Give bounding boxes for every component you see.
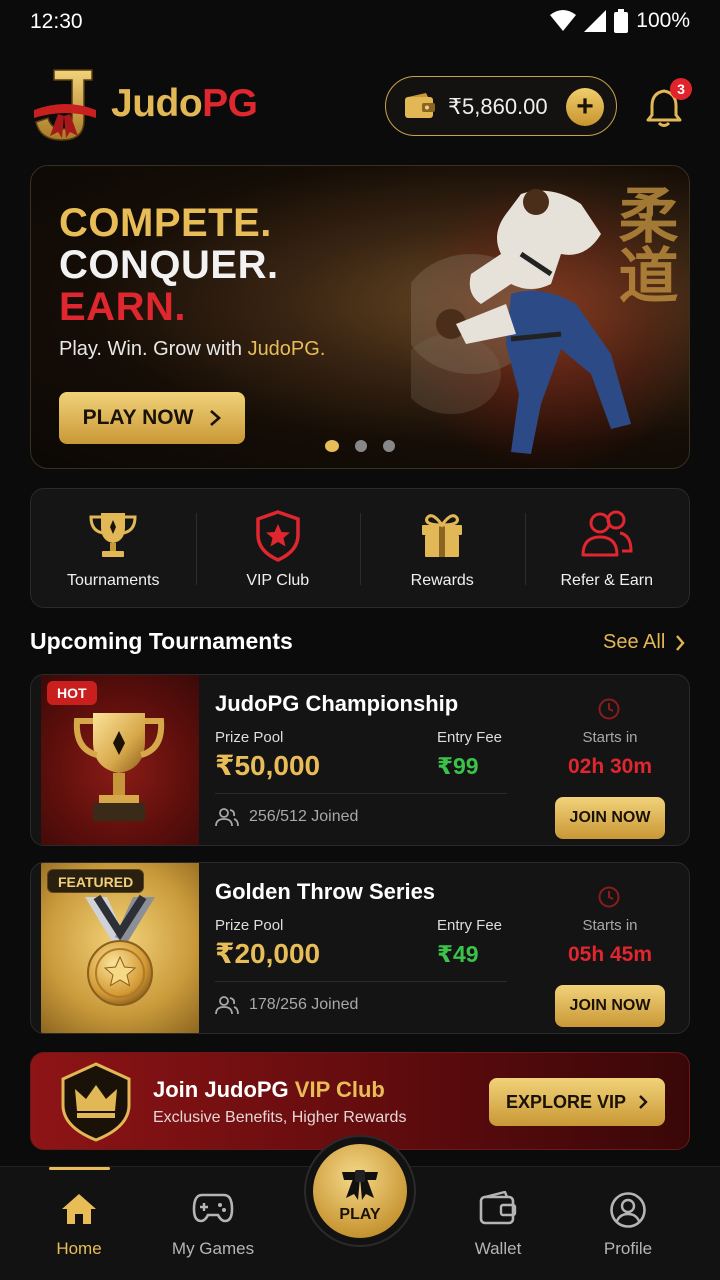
tournament-name: Golden Throw Series bbox=[215, 879, 436, 904]
joined-count: 178/256 Joined bbox=[215, 995, 358, 1015]
explore-vip-button[interactable]: EXPLORE VIP bbox=[489, 1078, 665, 1126]
trophy-icon bbox=[73, 713, 165, 821]
status-time: 12:30 bbox=[30, 10, 83, 33]
explore-vip-label: EXPLORE VIP bbox=[505, 1091, 627, 1112]
quick-menu: Tournaments VIP Club Rewards Refer & Ear… bbox=[30, 488, 690, 608]
vip-subtitle: Exclusive Benefits, Higher Rewards bbox=[153, 1109, 407, 1126]
prize-pool-label: Prize Pool bbox=[215, 729, 284, 746]
quick-refer-earn[interactable]: Refer & Earn bbox=[524, 489, 690, 607]
quick-tournaments[interactable]: Tournaments bbox=[31, 489, 196, 607]
nav-wallet-label: Wallet bbox=[474, 1239, 522, 1258]
starts-in-label: Starts in bbox=[582, 917, 638, 934]
nav-my-games-label: My Games bbox=[171, 1239, 255, 1258]
starts-in-value: 02h 30m bbox=[567, 755, 653, 778]
nav-profile-label: Profile bbox=[603, 1239, 653, 1258]
wallet-balance-button[interactable]: ₹5,860.00 + bbox=[385, 76, 617, 136]
app-header: JudoPG ₹5,860.00 + 3 bbox=[0, 62, 720, 154]
entry-fee-label: Entry Fee bbox=[437, 729, 503, 746]
wallet-icon bbox=[405, 93, 435, 118]
hero-banner[interactable]: 柔道 COMPETE. CONQUER. EARN. Play. Win. Gr… bbox=[30, 165, 690, 469]
play-fab-label: PLAY bbox=[339, 1206, 381, 1223]
starts-in-label: Starts in bbox=[582, 729, 638, 746]
entry-fee-value: ₹49 bbox=[437, 941, 479, 967]
quick-label: Tournaments bbox=[67, 572, 160, 589]
wallet-icon bbox=[479, 1191, 517, 1225]
divider bbox=[215, 793, 507, 794]
section-title: Upcoming Tournaments bbox=[30, 628, 293, 654]
quick-rewards[interactable]: Rewards bbox=[360, 489, 525, 607]
crown-shield-icon bbox=[61, 1062, 131, 1142]
play-fab-inner: PLAY bbox=[313, 1144, 407, 1238]
quick-label: Refer & Earn bbox=[560, 572, 653, 589]
hero-tagline: Play. Win. Grow with JudoPG. bbox=[59, 338, 326, 360]
users-icon bbox=[215, 808, 239, 827]
notifications-button[interactable]: 3 bbox=[646, 78, 692, 128]
notification-badge: 3 bbox=[670, 78, 692, 100]
medal-icon bbox=[85, 894, 155, 1006]
carousel-dot[interactable] bbox=[355, 440, 367, 452]
wifi-icon bbox=[550, 10, 577, 31]
divider bbox=[215, 981, 507, 982]
tournament-name: JudoPG Championship bbox=[215, 691, 459, 716]
battery-percent: 100% bbox=[636, 9, 690, 32]
profile-icon bbox=[610, 1192, 646, 1228]
add-funds-button[interactable]: + bbox=[566, 88, 604, 126]
see-all-link[interactable]: See All bbox=[603, 631, 685, 654]
chevron-right-icon bbox=[210, 410, 222, 426]
judo-belt-icon bbox=[342, 1170, 378, 1200]
carousel-dot[interactable] bbox=[325, 440, 339, 452]
featured-badge: FEATURED bbox=[47, 869, 145, 893]
signal-icon bbox=[584, 10, 607, 32]
trophy-icon bbox=[89, 513, 137, 557]
chevron-right-icon bbox=[676, 634, 685, 651]
gift-icon bbox=[422, 514, 463, 557]
nav-home-label: Home bbox=[56, 1239, 102, 1258]
play-fab-button[interactable]: PLAY bbox=[304, 1135, 416, 1247]
hot-badge: HOT bbox=[47, 681, 97, 705]
active-tab-indicator bbox=[49, 1167, 110, 1170]
join-now-button[interactable]: JOIN NOW bbox=[555, 985, 665, 1027]
tournament-card[interactable]: FEATURED Golden Throw Series Prize Pool … bbox=[30, 862, 690, 1034]
play-now-button[interactable]: PLAY NOW bbox=[59, 392, 245, 444]
battery-icon bbox=[614, 9, 629, 33]
brand-logo-icon bbox=[34, 69, 96, 141]
brand-name: JudoPG bbox=[111, 82, 258, 125]
vip-title: Join JudoPG VIP Club bbox=[153, 1077, 385, 1102]
hero-headline: COMPETE. CONQUER. EARN. bbox=[59, 201, 279, 329]
clock-icon bbox=[598, 698, 620, 720]
clock-icon bbox=[598, 886, 620, 908]
gamepad-icon bbox=[192, 1193, 234, 1223]
quick-label: Rewards bbox=[410, 572, 474, 589]
quick-vip-club[interactable]: VIP Club bbox=[195, 489, 361, 607]
play-now-label: PLAY NOW bbox=[82, 406, 194, 429]
hero-calligraphy: 柔道 bbox=[608, 184, 678, 304]
status-icons: 100% bbox=[550, 9, 690, 33]
join-now-button[interactable]: JOIN NOW bbox=[555, 797, 665, 839]
prize-pool-value: ₹50,000 bbox=[215, 750, 321, 781]
users-icon bbox=[215, 996, 239, 1015]
quick-label: VIP Club bbox=[246, 572, 310, 589]
shield-star-icon bbox=[256, 510, 300, 562]
carousel-indicator bbox=[325, 440, 395, 452]
home-icon bbox=[62, 1194, 96, 1224]
joined-count: 256/512 Joined bbox=[215, 807, 358, 827]
entry-fee-value: ₹99 bbox=[437, 753, 479, 779]
status-bar: 12:30 100% bbox=[0, 0, 720, 44]
tournament-card[interactable]: HOT JudoPG Championship Prize Pool ₹50,0… bbox=[30, 674, 690, 846]
prize-pool-label: Prize Pool bbox=[215, 917, 284, 934]
prize-pool-value: ₹20,000 bbox=[215, 938, 321, 969]
users-icon bbox=[581, 510, 633, 557]
starts-in-value: 05h 45m bbox=[567, 943, 653, 966]
chevron-right-icon bbox=[639, 1095, 648, 1109]
see-all-label: See All bbox=[603, 631, 666, 653]
entry-fee-label: Entry Fee bbox=[437, 917, 503, 934]
wallet-balance: ₹5,860.00 bbox=[448, 94, 548, 119]
carousel-dot[interactable] bbox=[383, 440, 395, 452]
